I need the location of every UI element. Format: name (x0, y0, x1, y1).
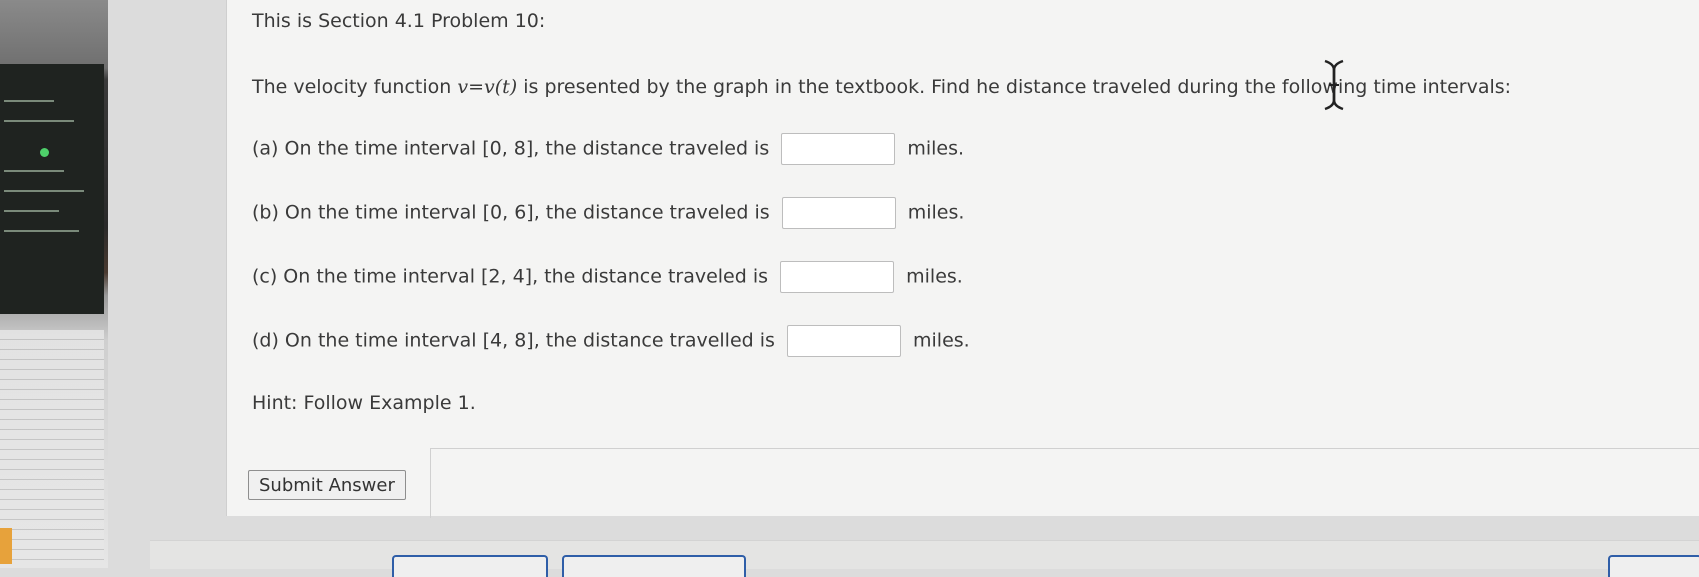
background-line (4, 230, 79, 232)
question-part-d: (d) On the time interval [4, 8], the dis… (252, 325, 970, 357)
background-monitor (0, 0, 108, 568)
part-d-text: (d) On the time interval [4, 8], the dis… (252, 329, 775, 352)
answer-input-c[interactable] (780, 261, 895, 293)
statement-text-start: The velocity function (252, 76, 452, 98)
part-a-unit: miles. (907, 137, 965, 160)
divider-line-vertical (430, 448, 431, 518)
bottom-tab[interactable] (562, 555, 746, 577)
question-part-c: (c) On the time interval [2, 4], the dis… (252, 261, 963, 293)
bottom-tab[interactable] (392, 555, 548, 577)
bottom-panel (150, 540, 1699, 569)
answer-input-d[interactable] (786, 325, 901, 357)
background-line (4, 170, 64, 172)
background-line (4, 190, 84, 192)
background-object (0, 528, 12, 564)
part-c-unit: miles. (906, 265, 963, 288)
part-a-text: (a) On the time interval [0, 8], the dis… (252, 137, 770, 160)
text-cursor-icon (1324, 59, 1344, 111)
background-paper (0, 330, 104, 568)
part-c-text: (c) On the time interval [2, 4], the dis… (252, 265, 769, 288)
part-b-unit: miles. (907, 201, 965, 224)
bottom-tab[interactable] (1608, 555, 1699, 577)
divider-line (430, 448, 1699, 449)
statement-text-end: is presented by the graph in the textboo… (523, 76, 1512, 98)
velocity-function-math: v=v(t) (457, 76, 518, 98)
background-line (4, 100, 54, 102)
question-part-b: (b) On the time interval [0, 6], the dis… (252, 197, 964, 229)
submit-answer-button[interactable]: Submit Answer (248, 470, 406, 500)
background-line (4, 120, 74, 122)
answer-input-b[interactable] (781, 197, 896, 229)
answer-input-a[interactable] (781, 133, 896, 165)
part-b-text: (b) On the time interval [0, 6], the dis… (252, 201, 770, 224)
part-d-unit: miles. (913, 329, 970, 352)
hint-text: Hint: Follow Example 1. (252, 392, 476, 414)
status-dot-icon (40, 148, 49, 157)
background-line (4, 210, 59, 212)
question-part-a: (a) On the time interval [0, 8], the dis… (252, 133, 964, 165)
problem-title: This is Section 4.1 Problem 10: (252, 10, 546, 32)
